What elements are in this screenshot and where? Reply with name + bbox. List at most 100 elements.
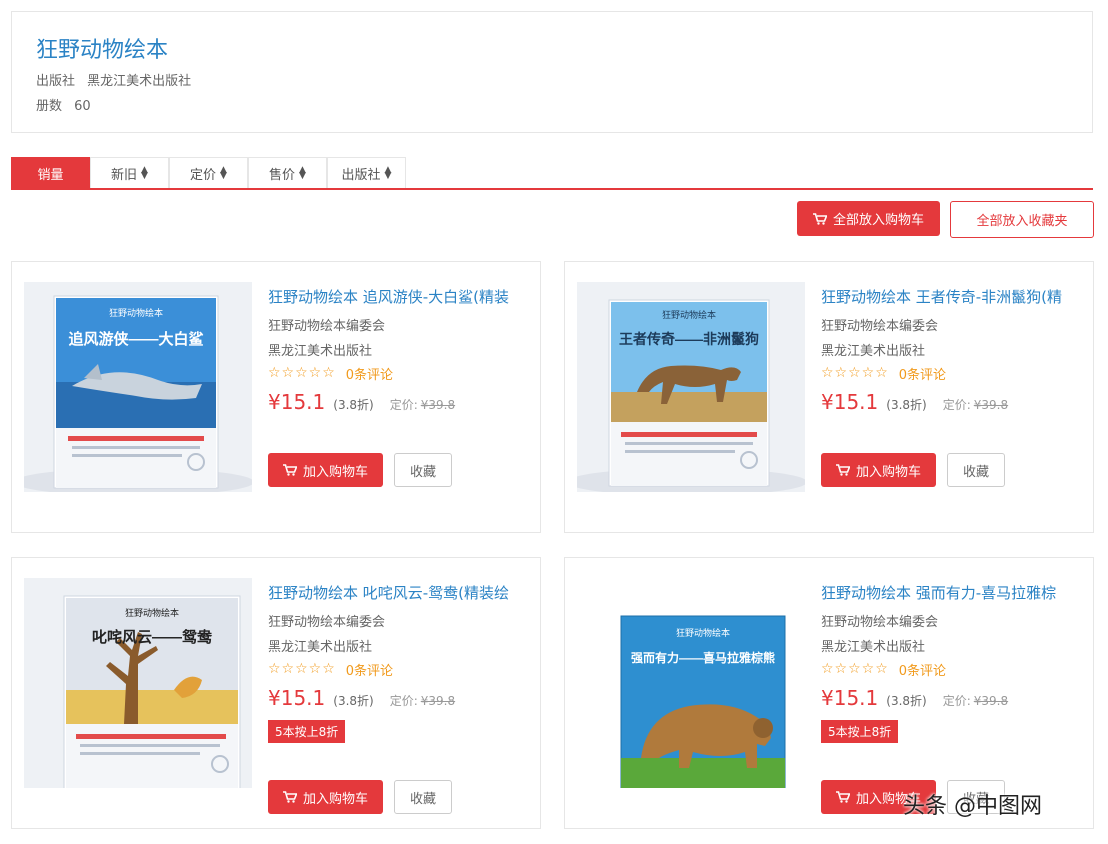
product-rating: ☆☆☆☆☆ 0条评论 (821, 660, 1086, 679)
promo-badge[interactable]: 5本按上8折 (268, 720, 346, 743)
favorite-button[interactable]: 收藏 (394, 780, 452, 814)
add-all-to-cart-button[interactable]: 全部放入购物车 (797, 201, 940, 236)
discount-rate: (3.8折) (886, 398, 927, 412)
list-price-value: ¥39.8 (973, 398, 1009, 412)
product-author[interactable]: 狂野动物绘本编委会 (268, 315, 533, 334)
product-author[interactable]: 狂野动物绘本编委会 (821, 315, 1086, 334)
product-info: 狂野动物绘本 强而有力-喜马拉雅棕 狂野动物绘本编委会 黑龙江美术出版社 ☆☆☆… (821, 582, 1086, 743)
add-all-to-cart-label: 全部放入购物车 (832, 213, 924, 228)
product-publisher[interactable]: 黑龙江美术出版社 (268, 636, 533, 655)
product-publisher[interactable]: 黑龙江美术出版社 (821, 340, 1086, 359)
review-count-link[interactable]: 0条评论 (346, 660, 393, 679)
favorite-label: 收藏 (409, 464, 436, 480)
add-to-cart-label: 加入购物车 (302, 791, 368, 807)
sort-arrows-icon: ▲ ▼ (220, 165, 227, 181)
count-value: 60 (74, 99, 91, 114)
publisher-value[interactable]: 黑龙江美术出版社 (87, 74, 191, 89)
cart-icon (812, 212, 827, 225)
sort-tab-label: 新旧 (111, 167, 138, 183)
product-author[interactable]: 狂野动物绘本编委会 (268, 611, 533, 630)
product-rating: ☆☆☆☆☆ 0条评论 (268, 660, 533, 679)
product-info: 狂野动物绘本 叱咤风云-鸳鸯(精装绘 狂野动物绘本编委会 黑龙江美术出版社 ☆☆… (268, 582, 533, 743)
discount-rate: (3.8折) (333, 398, 374, 412)
list-price-label: 定价: (389, 398, 418, 412)
cover-top-text: 狂野动物绘本 (662, 309, 716, 320)
sale-price: ¥15.1 (821, 686, 879, 710)
list-price-label: 定价: (942, 694, 971, 708)
product-card: 狂野动物绘本 追风游侠——大白鲨 狂野动物绘本 追风游侠-大白鲨(精装 狂野动物… (11, 261, 541, 533)
cover-main-text: 强而有力——喜马拉雅棕熊 (631, 650, 775, 665)
favorite-label: 收藏 (962, 464, 989, 480)
product-title-link[interactable]: 狂野动物绘本 追风游侠-大白鲨(精装 (268, 286, 533, 306)
sort-tab-publisher[interactable]: 出版社 ▲ ▼ (327, 157, 406, 188)
list-price-label: 定价: (389, 694, 418, 708)
sort-tab-list-price[interactable]: 定价 ▲ ▼ (169, 157, 248, 188)
product-publisher[interactable]: 黑龙江美术出版社 (821, 636, 1086, 655)
promo-badge[interactable]: 5本按上8折 (821, 720, 899, 743)
sort-tab-sales[interactable]: 销量 (11, 157, 90, 188)
product-info: 狂野动物绘本 王者传奇-非洲鬣狗(精 狂野动物绘本编委会 黑龙江美术出版社 ☆☆… (821, 286, 1086, 414)
sort-arrows-icon: ▲ ▼ (141, 165, 148, 181)
list-price-label: 定价: (942, 398, 971, 412)
product-author[interactable]: 狂野动物绘本编委会 (821, 611, 1086, 630)
publisher-label: 出版社 (36, 74, 76, 89)
add-to-cart-button[interactable]: 加入购物车 (821, 453, 936, 487)
review-count-link[interactable]: 0条评论 (899, 364, 946, 383)
rating-stars-icon: ☆☆☆☆☆ (821, 661, 889, 677)
favorite-button[interactable]: 收藏 (394, 453, 452, 487)
cover-main-text: 叱咤风云——鸳鸯 (92, 628, 213, 646)
list-price: 定价: ¥39.8 (943, 692, 1008, 709)
cart-icon (835, 791, 850, 803)
product-card: 狂野动物绘本 叱咤风云——鸳鸯 狂野动物绘本 叱咤风云-鸳鸯(精装绘 狂野动物绘… (11, 557, 541, 829)
sale-price: ¥15.1 (268, 686, 326, 710)
list-price-value: ¥39.8 (973, 694, 1009, 708)
book-cover-image[interactable]: 狂野动物绘本 追风游侠——大白鲨 (24, 282, 252, 492)
product-publisher[interactable]: 黑龙江美术出版社 (268, 340, 533, 359)
add-to-cart-label: 加入购物车 (302, 464, 368, 480)
book-cover-image[interactable]: 狂野动物绘本 强而有力——喜马拉雅棕熊 (577, 578, 805, 788)
product-title-link[interactable]: 狂野动物绘本 叱咤风云-鸳鸯(精装绘 (268, 582, 533, 602)
product-price-row: ¥15.1 (3.8折) 定价: ¥39.8 (821, 686, 1086, 710)
list-price: 定价: ¥39.8 (943, 396, 1008, 413)
favorite-button[interactable]: 收藏 (947, 453, 1005, 487)
review-count-link[interactable]: 0条评论 (346, 364, 393, 383)
sale-price: ¥15.1 (821, 390, 879, 414)
product-title-link[interactable]: 狂野动物绘本 王者传奇-非洲鬣狗(精 (821, 286, 1086, 306)
add-all-to-favorites-label: 全部放入收藏夹 (976, 214, 1068, 229)
list-price: 定价: ¥39.8 (390, 692, 455, 709)
watermark-text: 头条 @中图网 (903, 794, 1042, 819)
rating-stars-icon: ☆☆☆☆☆ (268, 365, 336, 381)
count-line: 册数 60 (36, 95, 91, 114)
add-to-cart-button[interactable]: 加入购物车 (268, 780, 383, 814)
rating-stars-icon: ☆☆☆☆☆ (821, 365, 889, 381)
book-cover-image[interactable]: 狂野动物绘本 叱咤风云——鸳鸯 (24, 578, 252, 788)
discount-rate: (3.8折) (333, 694, 374, 708)
product-price-row: ¥15.1 (3.8折) 定价: ¥39.8 (821, 390, 1086, 414)
review-count-link[interactable]: 0条评论 (899, 660, 946, 679)
sort-tab-sale-price[interactable]: 售价 ▲ ▼ (248, 157, 327, 188)
add-all-to-favorites-button[interactable]: 全部放入收藏夹 (950, 201, 1094, 238)
sort-tab-condition[interactable]: 新旧 ▲ ▼ (90, 157, 169, 188)
discount-rate: (3.8折) (886, 694, 927, 708)
series-title: 狂野动物绘本 (36, 38, 169, 63)
cover-main-text: 追风游侠——大白鲨 (68, 330, 203, 348)
cover-top-text: 狂野动物绘本 (676, 627, 730, 638)
add-to-cart-button[interactable]: 加入购物车 (268, 453, 383, 487)
book-cover-image[interactable]: 狂野动物绘本 王者传奇——非洲鬣狗 (577, 282, 805, 492)
sort-tab-label: 出版社 (341, 167, 381, 183)
product-rating: ☆☆☆☆☆ 0条评论 (268, 364, 533, 383)
cover-top-text: 狂野动物绘本 (125, 607, 179, 618)
list-price-value: ¥39.8 (420, 694, 456, 708)
sort-tab-label: 售价 (269, 167, 296, 183)
product-title-link[interactable]: 狂野动物绘本 强而有力-喜马拉雅棕 (821, 582, 1086, 602)
cart-icon (282, 791, 297, 803)
cover-top-text: 狂野动物绘本 (109, 307, 163, 318)
sort-arrows-icon: ▲ ▼ (384, 165, 392, 181)
product-price-row: ¥15.1 (3.8折) 定价: ¥39.8 (268, 686, 533, 710)
sort-tab-label: 销量 (37, 167, 64, 183)
cart-icon (282, 464, 297, 476)
product-card: 狂野动物绘本 王者传奇——非洲鬣狗 狂野动物绘本 王者传奇-非洲鬣狗(精 狂野动… (564, 261, 1094, 533)
list-price: 定价: ¥39.8 (390, 396, 455, 413)
favorite-label: 收藏 (409, 791, 436, 807)
publisher-line: 出版社 黑龙江美术出版社 (36, 70, 191, 89)
